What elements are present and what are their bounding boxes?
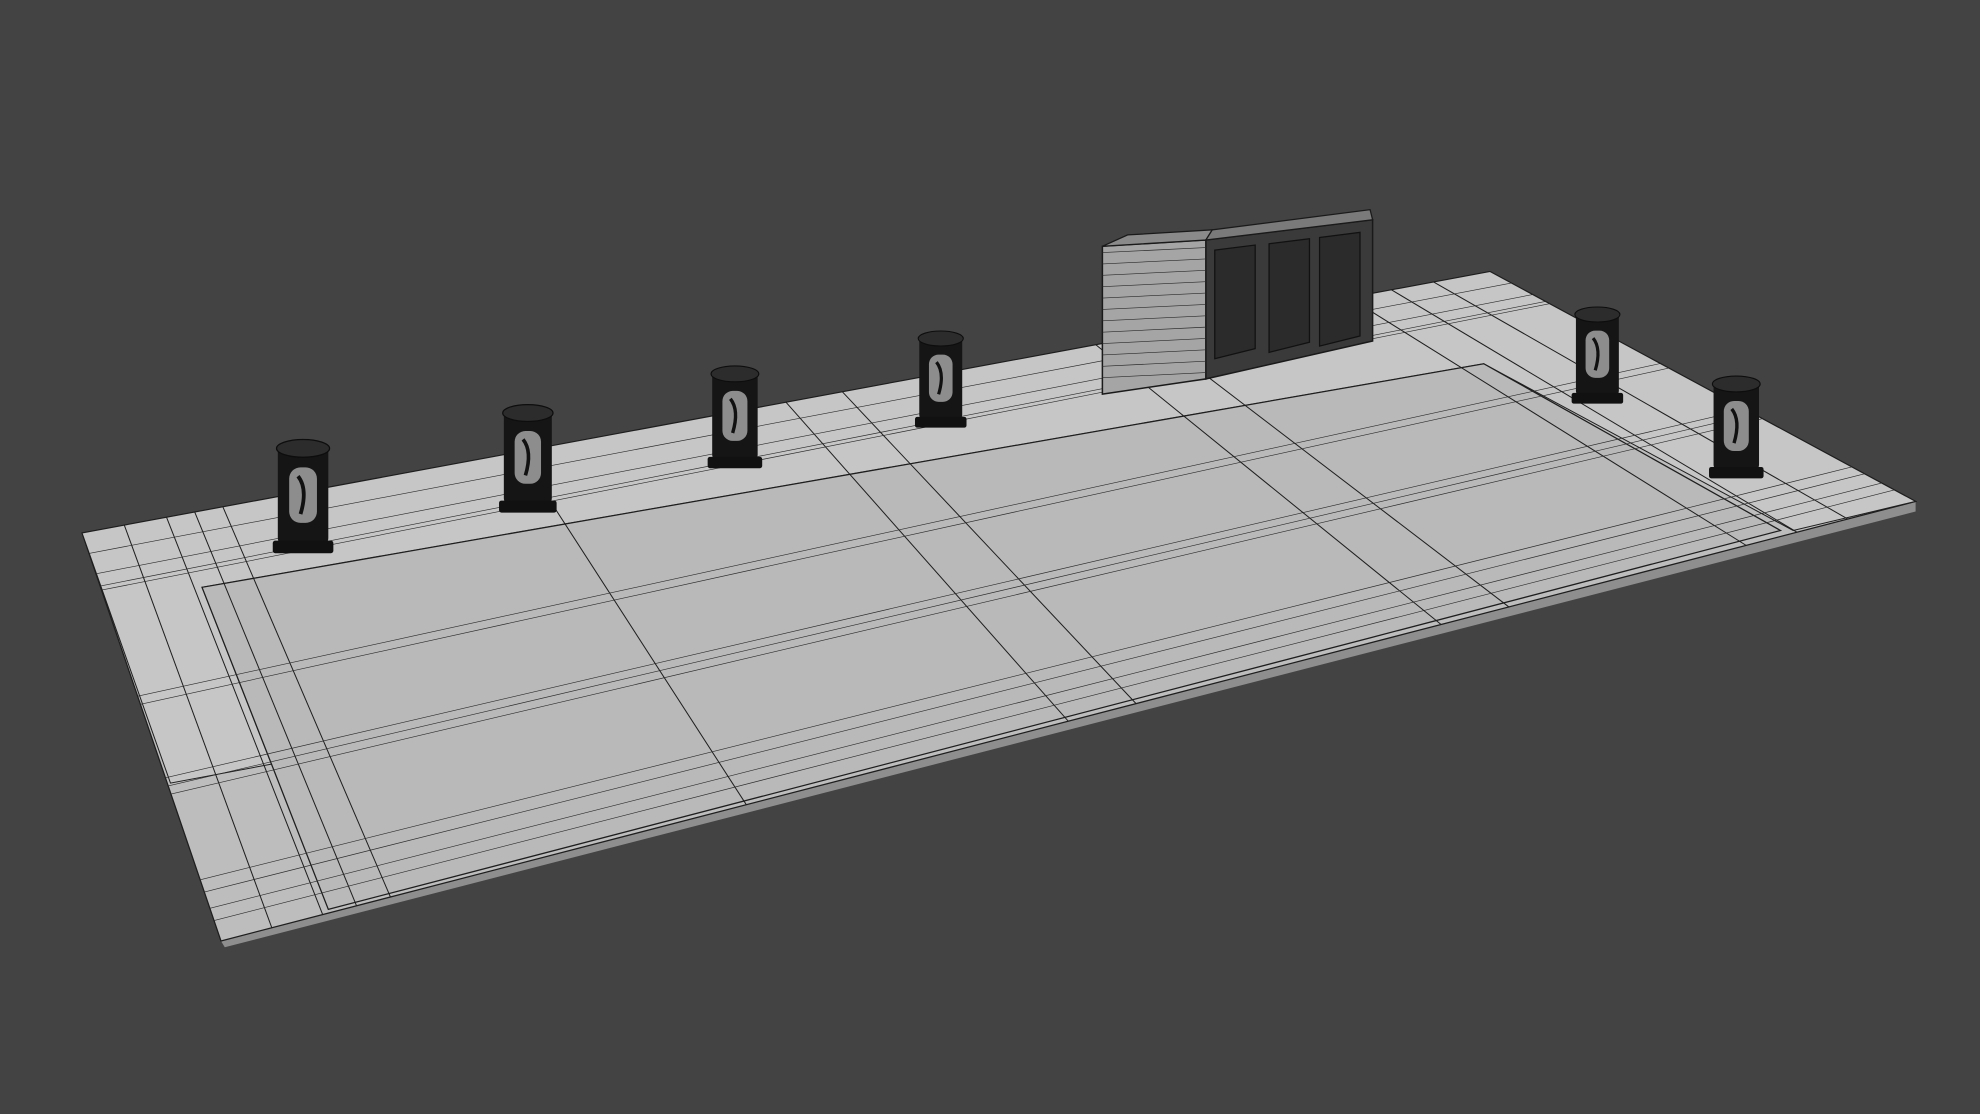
ev-charger (1571, 306, 1624, 404)
ev-charger (499, 404, 557, 513)
cabinet-door (1268, 237, 1311, 354)
ev-charger (1709, 375, 1764, 479)
ev-charger (707, 365, 763, 469)
cabinet-door (1214, 244, 1256, 360)
render-viewport (0, 0, 1980, 1114)
ev-charger (272, 438, 334, 554)
ev-charger (914, 330, 967, 428)
cabinet-door (1318, 231, 1361, 347)
